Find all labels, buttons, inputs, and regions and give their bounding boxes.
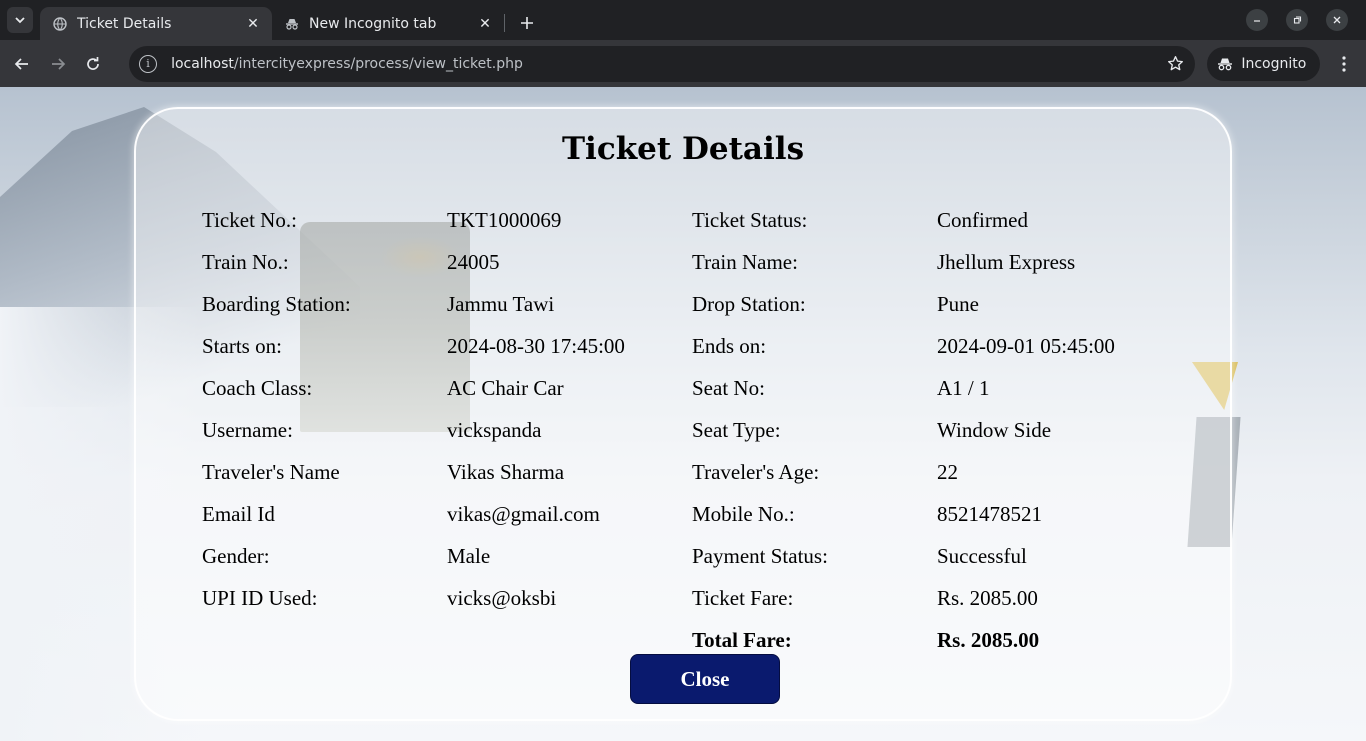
ticket-details-grid: Ticket No.: TKT1000069 Ticket Status: Co…: [202, 199, 1182, 661]
detail-row: Traveler's Name Vikas Sharma Traveler's …: [202, 451, 1182, 493]
field-value: vickspanda: [447, 417, 542, 442]
field-label: Seat No:: [692, 375, 765, 400]
minimize-icon[interactable]: [1246, 9, 1268, 31]
tab-title: New Incognito tab: [309, 15, 437, 32]
detail-row: Starts on: 2024-08-30 17:45:00 Ends on: …: [202, 325, 1182, 367]
detail-row: Email Id vikas@gmail.com Mobile No.: 852…: [202, 493, 1182, 535]
detail-row: Boarding Station: Jammu Tawi Drop Statio…: [202, 283, 1182, 325]
url-text[interactable]: localhost/intercityexpress/process/view_…: [171, 56, 1165, 72]
tab-search-button[interactable]: [7, 7, 33, 33]
tab-title: Ticket Details: [77, 15, 172, 32]
field-label: Mobile No.:: [692, 501, 795, 526]
field-value: vikas@gmail.com: [447, 501, 600, 526]
field-label: Drop Station:: [692, 291, 806, 316]
field-label: Coach Class:: [202, 375, 313, 400]
field-label: Username:: [202, 417, 293, 442]
reload-button[interactable]: [79, 50, 107, 78]
field-value: Vikas Sharma: [447, 459, 565, 484]
field-value: 24005: [447, 249, 500, 274]
page-viewport: Ticket Details Ticket No.: TKT1000069 Ti…: [0, 87, 1366, 741]
globe-icon: [52, 16, 68, 32]
close-button[interactable]: Close: [630, 654, 780, 704]
field-value: Successful: [937, 543, 1027, 568]
browser-toolbar: i localhost/intercityexpress/process/vie…: [0, 40, 1366, 87]
tab-ticket-details[interactable]: Ticket Details ✕: [40, 7, 272, 40]
field-label: Gender:: [202, 543, 270, 568]
site-info-icon[interactable]: i: [139, 54, 158, 73]
field-value: 2024-08-30 17:45:00: [447, 333, 625, 358]
detail-row: UPI ID Used: vicks@oksbi Ticket Fare: Rs…: [202, 577, 1182, 619]
field-value: 22: [937, 459, 958, 484]
field-label: Boarding Station:: [202, 291, 351, 316]
close-icon[interactable]: ✕: [476, 15, 494, 33]
browser-menu-button[interactable]: [1330, 50, 1358, 78]
field-label: Traveler's Name: [202, 459, 340, 484]
forward-button[interactable]: [44, 50, 72, 78]
forward-arrow-icon: [51, 57, 65, 70]
field-value: TKT1000069: [447, 207, 562, 232]
total-fare-value: Rs. 2085.00: [937, 627, 1040, 652]
field-value: vicks@oksbi: [447, 585, 557, 610]
field-label: Ticket Fare:: [692, 585, 794, 610]
detail-row: Train No.: 24005 Train Name: Jhellum Exp…: [202, 241, 1182, 283]
field-value: Jammu Tawi: [447, 291, 555, 316]
field-value: 8521478521: [937, 501, 1042, 526]
restore-icon[interactable]: [1286, 9, 1308, 31]
page-title: Ticket Details: [561, 131, 805, 167]
back-button[interactable]: [8, 50, 36, 78]
tab-strip: Ticket Details ✕ New Incognito tab ✕: [0, 0, 1366, 40]
url-host: localhost: [171, 55, 234, 72]
close-icon[interactable]: ✕: [244, 15, 262, 33]
chevron-down-icon: [15, 17, 25, 24]
tab-separator: [504, 14, 505, 32]
field-label: Ticket No.:: [202, 207, 297, 232]
field-value: 2024-09-01 05:45:00: [937, 333, 1115, 358]
plus-icon: [521, 17, 533, 29]
field-value: Male: [447, 543, 491, 568]
incognito-icon: [284, 16, 300, 32]
field-label: Starts on:: [202, 333, 282, 358]
field-label: Payment Status:: [692, 543, 828, 568]
field-label: Ends on:: [692, 333, 767, 358]
field-value: A1 / 1: [937, 375, 990, 400]
back-arrow-icon: [14, 57, 28, 70]
detail-row: Gender: Male Payment Status: Successful: [202, 535, 1182, 577]
kebab-menu-icon: [1342, 55, 1346, 72]
window-close-icon[interactable]: [1326, 9, 1348, 31]
total-fare-label: Total Fare:: [692, 627, 792, 652]
detail-row: Username: vickspanda Seat Type: Window S…: [202, 409, 1182, 451]
detail-row: Ticket No.: TKT1000069 Ticket Status: Co…: [202, 199, 1182, 241]
address-bar[interactable]: i localhost/intercityexpress/process/vie…: [129, 45, 1196, 82]
field-value: Confirmed: [937, 207, 1028, 232]
ticket-details-card: Ticket Details Ticket No.: TKT1000069 Ti…: [134, 107, 1232, 721]
reload-icon: [87, 56, 100, 70]
field-label: Ticket Status:: [692, 207, 808, 232]
bookmark-star-icon[interactable]: [1165, 54, 1185, 74]
field-label: Train No.:: [202, 249, 289, 274]
field-label: Email Id: [202, 501, 275, 526]
field-value: Rs. 2085.00: [937, 585, 1038, 610]
detail-row: Coach Class: AC Chair Car Seat No: A1 / …: [202, 367, 1182, 409]
incognito-icon: [1217, 56, 1233, 72]
field-value: Window Side: [937, 417, 1052, 442]
field-value: Pune: [937, 291, 979, 316]
field-label: Traveler's Age:: [692, 459, 820, 484]
window-controls: [1246, 0, 1366, 40]
field-label: Train Name:: [692, 249, 798, 274]
field-value: Jhellum Express: [937, 249, 1076, 274]
incognito-label: Incognito: [1241, 55, 1307, 72]
url-path: /intercityexpress/process/view_ticket.ph…: [233, 55, 523, 72]
tab-new-incognito[interactable]: New Incognito tab ✕: [272, 7, 504, 40]
new-tab-button[interactable]: [513, 9, 541, 37]
field-label: UPI ID Used:: [202, 585, 318, 610]
field-value: AC Chair Car: [447, 375, 564, 400]
incognito-indicator[interactable]: Incognito: [1207, 46, 1321, 81]
field-label: Seat Type:: [692, 417, 781, 442]
